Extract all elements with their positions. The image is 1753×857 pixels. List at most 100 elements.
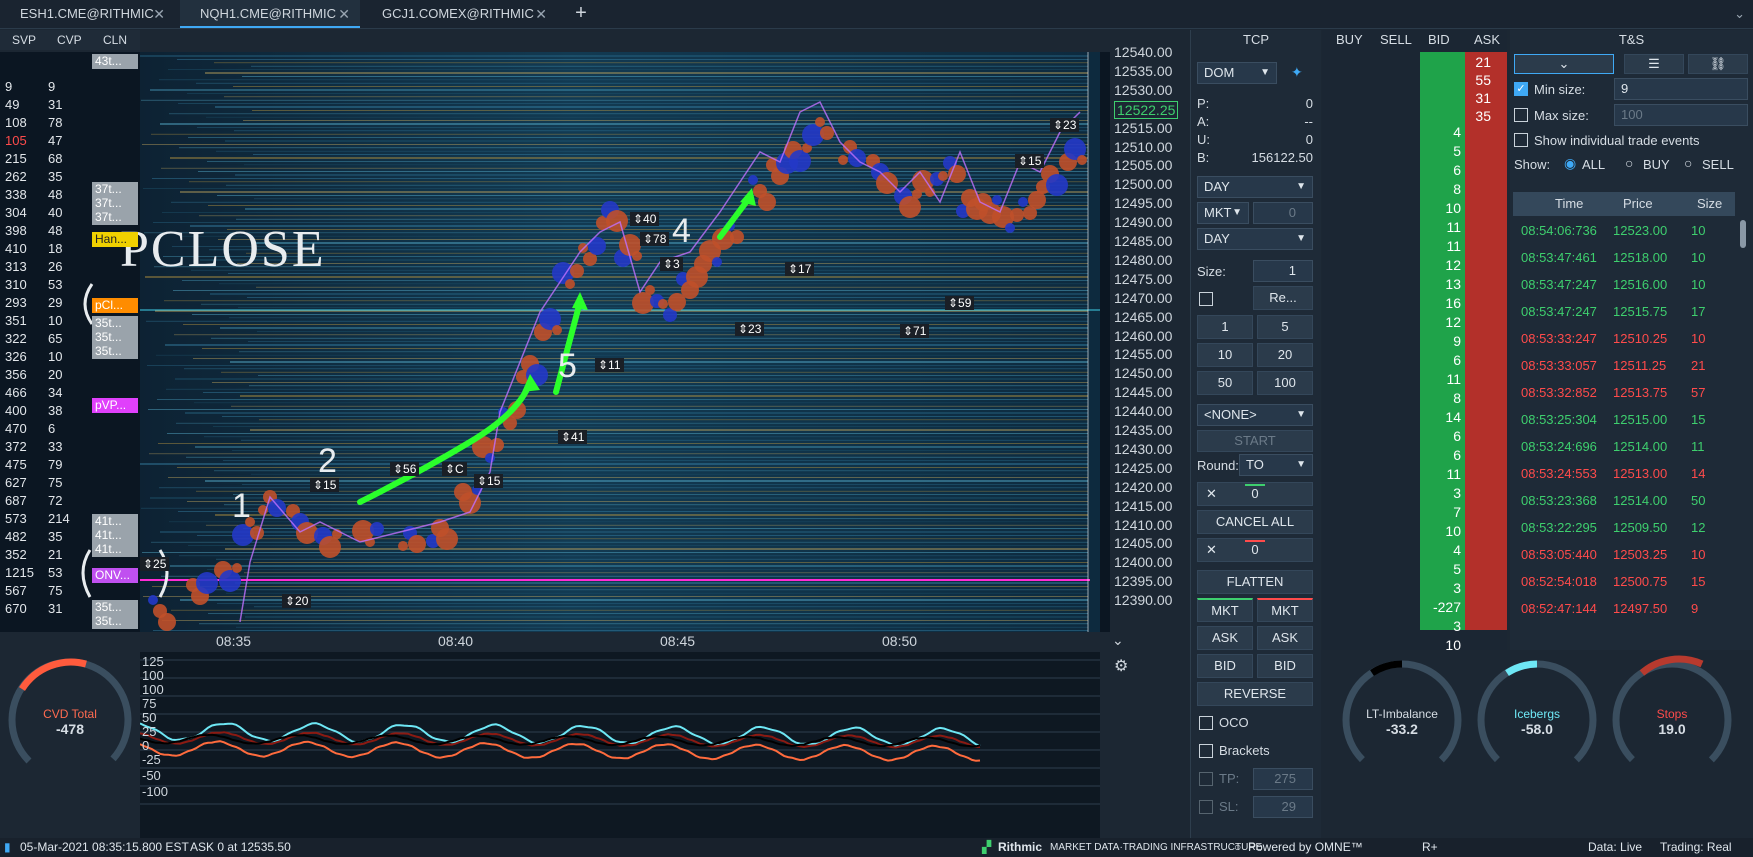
list-icon[interactable]: ☰ [1624,54,1684,74]
cvp-value: 78 [48,115,63,130]
cvd-total-gauge: CVD Total -478 [0,707,140,737]
cancel-all-button[interactable]: CANCEL ALL [1197,510,1313,534]
ts-time: 08:52:47:144 [1521,601,1597,616]
annotation-3: 5 [558,347,577,385]
cancel-sells-button[interactable]: ✕ 0 [1197,538,1313,562]
scrollbar-thumb[interactable] [1740,220,1746,248]
close-icon[interactable]: ✕ [535,0,547,28]
time-column-header[interactable]: Time [1555,196,1583,211]
trade-bubble [758,193,776,211]
iceberg-label: ⇕15 [310,478,340,492]
min-size-input[interactable]: 9 [1614,78,1748,100]
max-size-checkbox[interactable] [1514,108,1528,122]
start-button[interactable]: START [1197,430,1313,452]
min-size-checkbox[interactable]: ✓ [1514,82,1528,96]
tab-esh1[interactable]: ESH1.CME@RITHMIC ✕ [0,0,175,28]
round-select[interactable]: TO ▼ [1239,454,1313,476]
close-icon[interactable]: ✕ [153,0,165,28]
strategy-select[interactable]: <NONE> ▼ [1197,404,1313,426]
sell-bid-button[interactable]: BID [1257,654,1313,678]
tp-checkbox[interactable] [1199,772,1213,786]
size-column-header[interactable]: Size [1697,196,1722,211]
buy-ask-button[interactable]: ASK [1197,626,1253,650]
level-tag: 37t... [92,196,138,211]
add-tab-button[interactable]: + [566,0,596,28]
tif2-select[interactable]: DAY ▼ [1197,228,1313,250]
price-chart[interactable]: PCLOSE 1 2 5 4 9 49 108 105 215 262 338 304 398 4… [0,52,1110,632]
show-individual-checkbox[interactable] [1514,133,1528,147]
size-1-button[interactable]: 1 [1197,315,1253,339]
show-individual-label: Show individual trade events [1534,133,1700,148]
close-icon[interactable]: ✕ [338,0,350,28]
svp-value: 262 [5,169,27,184]
cvp-header[interactable]: CVP [57,33,82,47]
reverse-button[interactable]: REVERSE [1197,682,1313,706]
radio-all-icon[interactable]: ◉ [1564,155,1576,172]
reset-button[interactable]: Re... [1253,286,1313,310]
cvp-value: 53 [48,277,63,292]
cvp-value: 68 [48,151,63,166]
bid-value: 5 [1453,143,1461,159]
ts-row: 08:53:32:852 12513.75 57 [1513,379,1735,406]
rithmic-logo-icon: ▞ [982,840,992,854]
radio-sell-icon[interactable]: ○ [1684,155,1692,171]
pin-icon[interactable]: ✦ [1291,64,1303,81]
size-100-button[interactable]: 100 [1257,371,1313,395]
info-icon[interactable]: ▮ [4,838,11,857]
tif-select[interactable]: DAY ▼ [1197,176,1313,198]
trade-bubble [490,438,504,452]
gear-icon[interactable]: ⚙ [1114,656,1128,676]
ts-size: 57 [1691,385,1706,400]
size-50-button[interactable]: 50 [1197,371,1253,395]
chevron-down-icon[interactable]: ⌄ [1734,0,1745,28]
radio-buy-icon[interactable]: ○ [1625,155,1633,171]
bid-value: 11 [1446,219,1461,235]
trade-bubble [1010,208,1024,222]
gauge-label: Icebergs [1513,707,1561,721]
price-input[interactable]: 0 [1253,202,1313,224]
size-input[interactable]: 1 [1253,260,1313,282]
cvd-axis-label: -100 [142,784,169,799]
tab-nqh1[interactable]: NQH1.CME@RITHMIC ✕ [180,0,360,28]
iceberg-label: ⇕78 [640,232,670,246]
link-icon[interactable]: ⛓ [1688,54,1748,74]
sl-input[interactable]: 29 [1253,796,1313,818]
oco-checkbox[interactable] [1199,716,1213,730]
bid-value: -227 [1432,599,1461,615]
cancel-buys-button[interactable]: ✕ 0 [1197,482,1313,506]
size-checkbox[interactable] [1199,292,1213,306]
svp-header[interactable]: SVP [12,33,36,47]
size-5-button[interactable]: 5 [1257,315,1313,339]
chevron-down-icon[interactable]: ⌄ [1112,632,1124,649]
cvd-plot[interactable]: 125 100 100 75 50 25 0 -25 -50 -100 [139,652,1100,838]
svp-value: 670 [5,601,27,616]
filter-dropdown-button[interactable]: ⌄ [1514,54,1614,74]
buy-bid-button[interactable]: BID [1197,654,1253,678]
cln-header[interactable]: CLN [103,33,127,47]
icebergs-gauge: Icebergs -58.0 [1477,707,1597,737]
order-type-select[interactable]: MKT ▼ [1197,202,1249,224]
flatten-button[interactable]: FLATTEN [1197,570,1313,594]
bid-value: 10 [1445,637,1461,653]
size-20-button[interactable]: 20 [1257,343,1313,367]
ts-row: 08:53:47:461 12518.00 10 [1513,244,1735,271]
ts-row: 08:53:24:553 12513.00 14 [1513,460,1735,487]
tab-gcj1[interactable]: GCJ1.COMEX@RITHMIC ✕ [362,0,557,28]
status-bar: ▮ 05-Mar-2021 08:35:15.800 EST ASK 0 at … [0,838,1753,857]
trade-bubble [232,563,242,573]
mode-select[interactable]: DOM ▼ [1197,62,1277,84]
sell-mkt-button[interactable]: MKT [1257,598,1313,622]
cvp-column: 9 31 78 47 68 35 48 40 48 18 26 53 29 10 65 10 20 34 38 6 33… [48,60,70,618]
sl-checkbox[interactable] [1199,800,1213,814]
buy-mkt-button[interactable]: MKT [1197,598,1253,622]
size-10-button[interactable]: 10 [1197,343,1253,367]
brackets-checkbox[interactable] [1199,744,1213,758]
svp-value: 352 [5,547,27,562]
trade-bubble [938,171,948,181]
tp-input[interactable]: 275 [1253,768,1313,790]
max-size-input[interactable]: 100 [1614,104,1748,126]
price-column-header[interactable]: Price [1623,196,1653,211]
sell-ask-button[interactable]: ASK [1257,626,1313,650]
ts-price: 12518.00 [1613,250,1668,265]
price-label: 12460.00 [1114,327,1173,344]
